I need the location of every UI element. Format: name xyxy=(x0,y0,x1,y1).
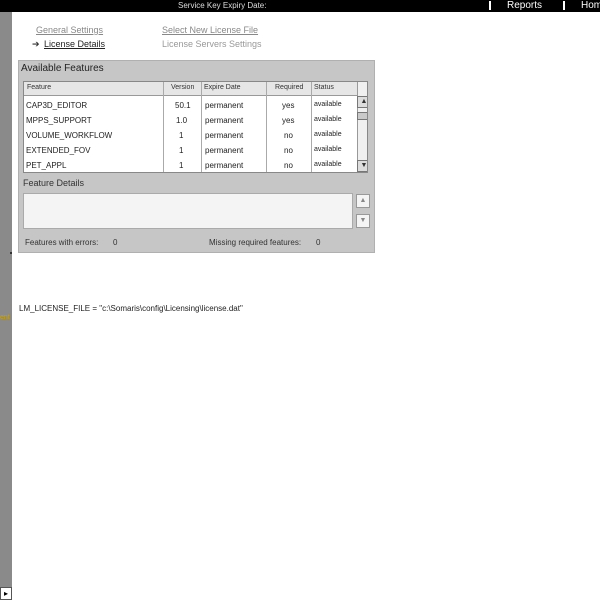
column-header-required[interactable]: Required xyxy=(275,84,303,91)
general-settings-link[interactable]: General Settings xyxy=(36,25,103,35)
scroll-down-icon[interactable]: ▼ xyxy=(357,160,367,172)
features-table: Feature Version Expire Date Required Sta… xyxy=(23,81,368,173)
table-header: Feature Version Expire Date Required Sta… xyxy=(24,82,367,96)
feature-version: 1.0 xyxy=(176,116,188,125)
arrow-right-icon: ▸ xyxy=(4,589,9,598)
column-header-expire-date[interactable]: Expire Date xyxy=(204,84,241,91)
feature-details-title: Feature Details xyxy=(23,178,85,188)
table-row[interactable]: CAP3D_EDITOR 50.1 permanent yes availabl… xyxy=(24,99,354,114)
column-header-feature[interactable]: Feature xyxy=(27,84,51,91)
feature-name: PET_APPL xyxy=(26,161,67,170)
feature-expire-date: permanent xyxy=(205,116,244,125)
feature-status: available xyxy=(314,161,342,168)
feature-name: VOLUME_WORKFLOW xyxy=(26,131,113,140)
feature-version: 1 xyxy=(179,146,184,155)
scroll-thumb[interactable] xyxy=(357,112,367,120)
feature-status: available xyxy=(314,116,342,123)
table-row[interactable]: PET_APPL 1 permanent no available xyxy=(24,159,354,172)
nav-home[interactable]: Hom xyxy=(581,0,600,11)
feature-name: MPPS_SUPPORT xyxy=(26,116,92,125)
available-features-panel: Available Features Feature Version Expir… xyxy=(18,60,375,253)
top-bar: Service Key Expiry Date: Reports Hom xyxy=(0,0,600,12)
feature-version: 1 xyxy=(179,131,184,140)
panel-title: Available Features xyxy=(21,63,104,74)
feature-required: yes xyxy=(282,101,295,110)
left-edge-label: ent xyxy=(0,314,10,321)
feature-status: available xyxy=(314,131,342,138)
service-key-expiry-label: Service Key Expiry Date: xyxy=(178,1,267,10)
license-file-path: LM_LICENSE_FILE = "c:\Somaris\config\Lic… xyxy=(19,304,243,313)
left-side-panel: ent xyxy=(0,12,12,587)
feature-name: EXTENDED_FOV xyxy=(26,146,91,155)
column-header-version[interactable]: Version xyxy=(171,84,194,91)
marker-dot xyxy=(10,252,12,254)
nav-reports[interactable]: Reports xyxy=(507,0,542,11)
column-header-status[interactable]: Status xyxy=(314,84,334,91)
feature-required: no xyxy=(284,146,293,155)
license-servers-settings-link: License Servers Settings xyxy=(162,39,262,49)
feature-expire-date: permanent xyxy=(205,131,244,140)
feature-status: available xyxy=(314,101,342,108)
details-scroll-down-icon[interactable]: ▼ xyxy=(356,214,370,228)
table-row[interactable]: EXTENDED_FOV 1 permanent no available xyxy=(24,144,354,159)
feature-expire-date: permanent xyxy=(205,161,244,170)
features-with-errors-value: 0 xyxy=(113,238,118,247)
feature-required: no xyxy=(284,161,293,170)
feature-expire-date: permanent xyxy=(205,146,244,155)
table-row[interactable]: VOLUME_WORKFLOW 1 permanent no available xyxy=(24,129,354,144)
nav-separator xyxy=(563,1,565,10)
missing-required-features-label: Missing required features: xyxy=(209,238,302,247)
nav-separator xyxy=(489,1,491,10)
scroll-up-icon[interactable]: ▲ xyxy=(357,96,367,108)
table-row[interactable]: MPPS_SUPPORT 1.0 permanent yes available xyxy=(24,114,354,129)
features-with-errors-label: Features with errors: xyxy=(25,238,99,247)
select-new-license-link[interactable]: Select New License File xyxy=(162,25,258,35)
license-details-link[interactable]: License Details xyxy=(44,39,105,49)
feature-details-box xyxy=(23,193,353,229)
arrow-right-icon: ➔ xyxy=(32,39,40,49)
table-scrollbar[interactable]: ▲ ▼ xyxy=(357,82,367,172)
feature-version: 1 xyxy=(179,161,184,170)
feature-expire-date: permanent xyxy=(205,101,244,110)
missing-required-features-value: 0 xyxy=(316,238,321,247)
feature-version: 50.1 xyxy=(175,101,191,110)
feature-name: CAP3D_EDITOR xyxy=(26,101,88,110)
details-scroll-up-icon[interactable]: ▲ xyxy=(356,194,370,208)
feature-required: yes xyxy=(282,116,295,125)
feature-required: no xyxy=(284,131,293,140)
feature-status: available xyxy=(314,146,342,153)
expand-arrow-button[interactable]: ▸ xyxy=(0,587,12,600)
